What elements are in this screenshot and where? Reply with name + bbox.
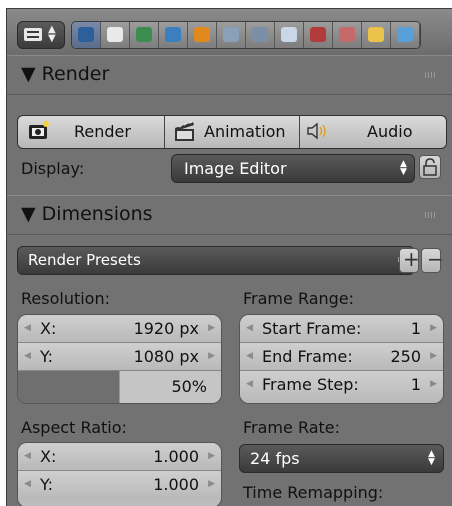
resolution-fields: ◀ X: 1920 px ▶ ◀ Y: 1080 px ▶ 50%	[17, 314, 222, 404]
frame-range-label: Frame Range:	[243, 289, 355, 308]
add-preset-button[interactable]: +	[399, 247, 420, 273]
time-remapping-label: Time Remapping:	[243, 483, 384, 502]
remove-preset-button[interactable]: −	[421, 247, 444, 273]
resolution-x-field[interactable]: ◀ X: 1920 px ▶	[18, 315, 221, 343]
context-tab-material[interactable]	[304, 22, 333, 48]
properties-editor: ▲ ▼ ▼ Render Render Animation Audio Disp…	[6, 8, 452, 506]
animation-button[interactable]: Animation	[165, 116, 300, 148]
render-panel-title: ▼ Render	[21, 63, 110, 85]
decrement-arrow-icon[interactable]: ◀	[246, 351, 253, 361]
context-tab-modifiers-wrench[interactable]	[246, 22, 275, 48]
increment-arrow-icon[interactable]: ▶	[208, 479, 215, 489]
lock-toggle[interactable]	[419, 155, 441, 179]
aspect-ratio-fields: ◀ X: 1.000 ▶ ◀ Y: 1.000 ▶	[17, 442, 222, 506]
physics-icon	[397, 27, 413, 42]
increment-arrow-icon[interactable]: ▶	[430, 379, 437, 389]
increment-arrow-icon[interactable]: ▶	[208, 323, 215, 333]
panel-drag-grip-icon[interactable]	[425, 212, 437, 218]
context-tab-constraints[interactable]	[217, 22, 246, 48]
decrement-arrow-icon[interactable]: ◀	[246, 323, 253, 333]
frame-rate-dropdown[interactable]: 24 fps ▲ ▼	[239, 444, 444, 473]
constraints-icon	[223, 27, 239, 42]
render-button-row: Render Animation Audio	[17, 115, 447, 149]
decrement-arrow-icon[interactable]: ◀	[246, 379, 253, 389]
end-frame-field[interactable]: ◀ End Frame: 250 ▶	[240, 343, 443, 371]
modifiers-wrench-icon	[252, 27, 268, 42]
editor-header: ▲ ▼	[7, 9, 452, 56]
speaker-icon	[307, 122, 326, 140]
up-down-arrows-icon: ▲ ▼	[48, 24, 56, 44]
decrement-arrow-icon[interactable]: ◀	[24, 351, 31, 361]
dropdown-arrows-icon: ▲▼	[428, 449, 435, 467]
increment-arrow-icon[interactable]: ▶	[430, 323, 437, 333]
particles-icon	[368, 27, 384, 42]
aspect-y-field[interactable]: ◀ Y: 1.000 ▶	[18, 471, 221, 499]
object-icon	[194, 27, 210, 42]
increment-arrow-icon[interactable]: ▶	[430, 351, 437, 361]
scene-icon	[136, 27, 152, 42]
frame-range-fields: ◀ Start Frame: 1 ▶ ◀ End Frame: 250 ▶ ◀ …	[239, 314, 444, 404]
properties-editor-icon	[24, 28, 42, 41]
render-layers-icon	[107, 27, 123, 42]
render-panel-header[interactable]: ▼ Render	[7, 55, 452, 95]
context-tabs	[71, 21, 421, 49]
material-icon	[310, 27, 326, 42]
frame-rate-label: Frame Rate:	[243, 418, 341, 437]
resolution-y-field[interactable]: ◀ Y: 1080 px ▶	[18, 343, 221, 371]
display-dropdown[interactable]: Image Editor ▲ ▼	[171, 154, 415, 183]
editor-type-selector[interactable]: ▲ ▼	[17, 21, 65, 49]
display-label: Display:	[21, 159, 85, 178]
dimensions-panel-title: ▼ Dimensions	[21, 203, 153, 225]
context-tab-texture[interactable]	[333, 22, 362, 48]
context-tab-world[interactable]	[159, 22, 188, 48]
increment-arrow-icon[interactable]: ▶	[208, 351, 215, 361]
decrement-arrow-icon[interactable]: ◀	[24, 479, 31, 489]
render-button[interactable]: Render	[18, 116, 165, 148]
minus-icon: −	[427, 247, 444, 271]
context-tab-render-layers[interactable]	[101, 22, 130, 48]
context-tab-object-data[interactable]	[275, 22, 304, 48]
render-presets-dropdown[interactable]: Render Presets ▲▼	[17, 246, 415, 275]
padlock-icon	[423, 158, 437, 176]
properties-window: ▲ ▼ ▼ Render Render Animation Audio Disp…	[0, 0, 452, 506]
aspect-x-field[interactable]: ◀ X: 1.000 ▶	[18, 443, 221, 471]
resolution-label: Resolution:	[21, 289, 110, 308]
panel-drag-grip-icon[interactable]	[425, 72, 437, 78]
dropdown-arrows-icon: ▲▼	[400, 159, 407, 177]
render-camera-icon	[78, 27, 94, 42]
context-tab-particles[interactable]	[362, 22, 391, 48]
plus-icon: +	[403, 247, 420, 271]
context-tab-scene[interactable]	[130, 22, 159, 48]
render-still-icon	[29, 121, 49, 139]
increment-arrow-icon[interactable]: ▶	[208, 451, 215, 461]
dimensions-panel-header[interactable]: ▼ Dimensions	[7, 195, 452, 235]
decrement-arrow-icon[interactable]: ◀	[24, 323, 31, 333]
frame-step-field[interactable]: ◀ Frame Step: 1 ▶	[240, 371, 443, 403]
decrement-arrow-icon[interactable]: ◀	[24, 451, 31, 461]
audio-button[interactable]: Audio	[300, 116, 446, 148]
resolution-percentage-slider[interactable]: 50%	[18, 371, 221, 403]
start-frame-field[interactable]: ◀ Start Frame: 1 ▶	[240, 315, 443, 343]
object-data-icon	[281, 27, 297, 42]
texture-icon	[339, 27, 355, 42]
aspect-ratio-label: Aspect Ratio:	[21, 418, 127, 437]
world-icon	[165, 27, 181, 42]
context-tab-object[interactable]	[188, 22, 217, 48]
context-tab-physics[interactable]	[391, 22, 420, 48]
context-tab-render-camera[interactable]	[72, 22, 101, 48]
clapperboard-icon	[175, 121, 194, 141]
